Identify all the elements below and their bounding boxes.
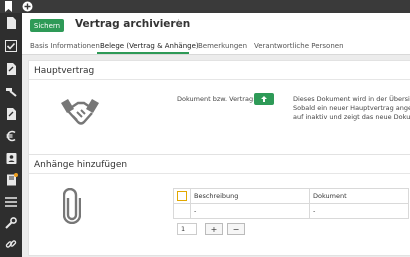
- description-line-2: Sobald ein neuer Hauptvertrag angehän: [293, 104, 410, 112]
- description-line-1: Dieses Dokument wird in der Übersicht: [293, 95, 410, 103]
- badge-icon[interactable]: [4, 151, 18, 165]
- cell-dokument[interactable]: -: [309, 203, 409, 219]
- book-icon[interactable]: [4, 173, 18, 187]
- paperclip-icon: [62, 187, 82, 226]
- page-title: Vertrag archivieren: [75, 18, 191, 30]
- hauptvertrag-panel: Hauptvertrag Dokument bzw. Vertrag: Dies…: [28, 60, 410, 162]
- add-row-button[interactable]: +: [205, 223, 223, 235]
- top-bar: [0, 0, 410, 13]
- quantity-input[interactable]: 1: [177, 223, 197, 235]
- tab-bar: Basis Informationen Belege (Vertrag & An…: [22, 40, 410, 55]
- handshake-icon: [59, 95, 101, 133]
- select-all-checkbox-cell: [173, 188, 191, 204]
- hauptvertrag-title: Hauptvertrag: [34, 66, 95, 76]
- tab-basis-informationen[interactable]: Basis Informationen: [30, 42, 100, 50]
- column-header-dokument[interactable]: Dokument: [309, 188, 409, 204]
- wrench-icon[interactable]: [4, 216, 18, 230]
- euro-icon[interactable]: [4, 129, 18, 143]
- column-header-beschreibung[interactable]: Beschreibung: [190, 188, 310, 204]
- table-header-row: Beschreibung Dokument: [173, 188, 409, 204]
- hammer-icon[interactable]: [4, 84, 18, 98]
- upload-icon: [261, 96, 267, 102]
- file-edit-icon[interactable]: [4, 62, 18, 76]
- upload-button[interactable]: [254, 93, 274, 105]
- file-edit-icon[interactable]: [4, 107, 18, 121]
- table-row: - -: [173, 203, 409, 219]
- notification-dot: [14, 173, 18, 177]
- link-icon[interactable]: [4, 237, 18, 251]
- anhaenge-title: Anhänge hinzufügen: [34, 160, 128, 170]
- tab-belege[interactable]: Belege (Vertrag & Anhänge): [100, 42, 199, 50]
- cell-beschreibung[interactable]: -: [190, 203, 310, 219]
- active-tab-indicator: [97, 52, 189, 54]
- checkbox-icon[interactable]: [4, 39, 18, 53]
- page-header: Sichern Vertrag archivieren ☆: [22, 13, 410, 40]
- list-icon[interactable]: [4, 195, 18, 209]
- tab-bemerkungen[interactable]: Bemerkungen: [198, 42, 247, 50]
- document-label: Dokument bzw. Vertrag:: [177, 95, 256, 103]
- divider: [29, 79, 410, 80]
- attachments-table: Beschreibung Dokument - -: [173, 188, 409, 219]
- favorite-star-icon[interactable]: ☆: [174, 18, 183, 29]
- document-icon[interactable]: [4, 16, 18, 30]
- divider: [29, 173, 410, 174]
- sidebar: [0, 13, 22, 257]
- remove-row-button[interactable]: −: [227, 223, 245, 235]
- tab-verantwortliche-personen[interactable]: Verantwortliche Personen: [254, 42, 344, 50]
- row-checkbox-cell: [173, 203, 191, 219]
- save-button[interactable]: Sichern: [30, 19, 64, 32]
- main-content: Sichern Vertrag archivieren ☆ Basis Info…: [22, 13, 410, 257]
- description-line-3: auf inaktiv und zeigt das neue Dokumen: [293, 113, 410, 121]
- select-all-checkbox[interactable]: [177, 191, 187, 201]
- anhaenge-panel: Anhänge hinzufügen Beschreibung Dokument…: [28, 154, 410, 256]
